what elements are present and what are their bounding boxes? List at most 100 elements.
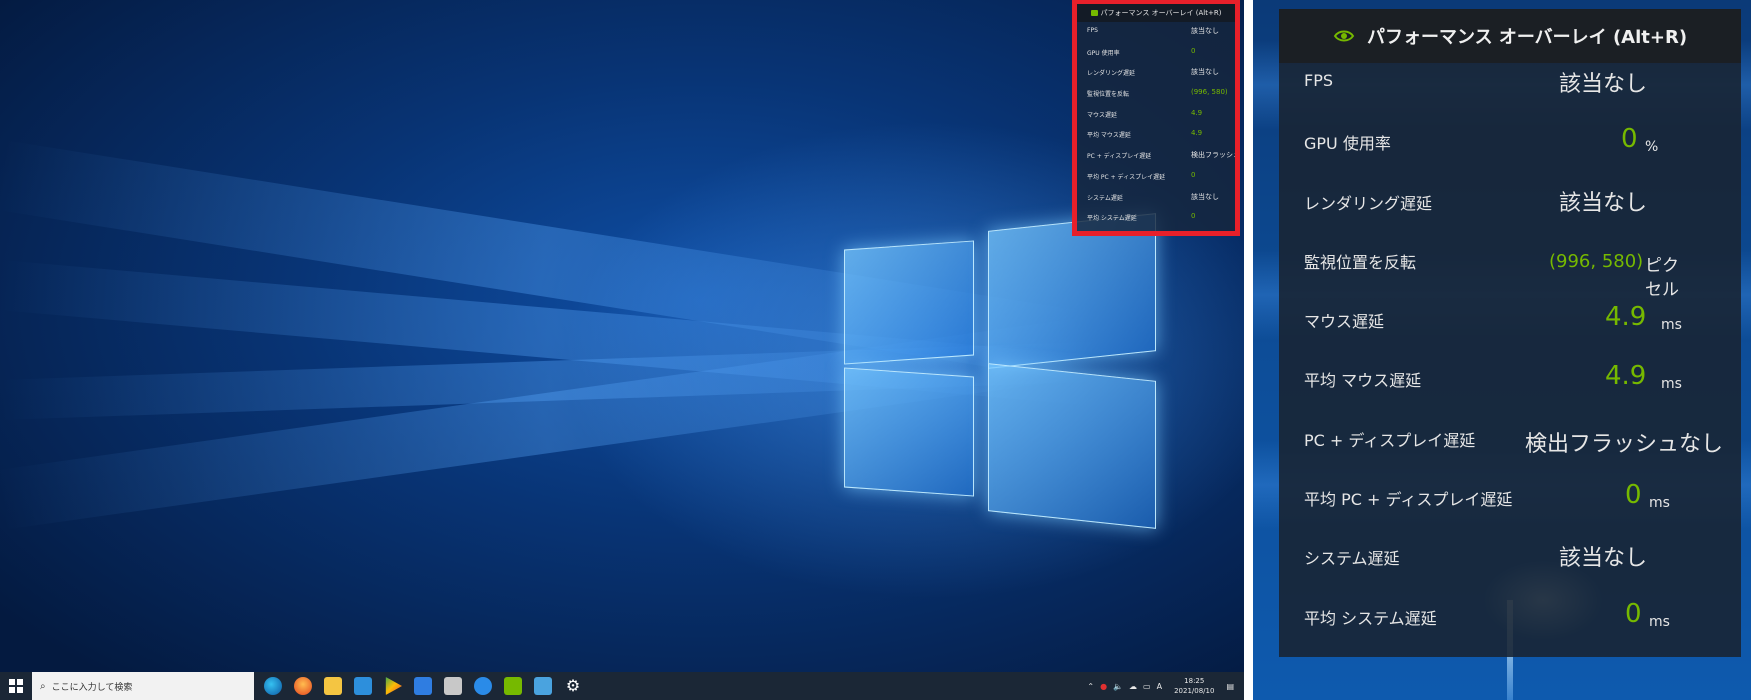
metric-row: FPS 該当なし xyxy=(1279,63,1741,122)
windows-logo-pane xyxy=(844,367,974,497)
metric-label: 平均 マウス遅延 xyxy=(1304,371,1422,391)
metric-unit: % xyxy=(1645,139,1659,156)
metric-label: レンダリング遅延 xyxy=(1304,193,1433,213)
metric-label: GPU 使用率 xyxy=(1304,134,1391,154)
metric-row-small: マウス遅延 4.9 xyxy=(1077,105,1235,126)
metric-label-small: PC + ディスプレイ遅延 xyxy=(1087,153,1152,161)
search-icon: ⌕ xyxy=(40,680,46,692)
security-icon[interactable]: ● xyxy=(1100,682,1107,691)
metric-row: マウス遅延 4.9 ms xyxy=(1279,300,1741,359)
metric-value-small: 検出フラッシュなし xyxy=(1191,151,1240,160)
metric-value-small: (996, 580) xyxy=(1191,88,1228,97)
metric-row: 監視位置を反転 (996, 580) ピク セル xyxy=(1279,241,1741,300)
metric-value-small: 0 xyxy=(1191,170,1196,179)
media-player-icon[interactable] xyxy=(474,677,492,695)
network-icon[interactable]: ▭ xyxy=(1143,682,1151,691)
metric-value: 該当なし xyxy=(1559,72,1648,97)
metric-unit: ms xyxy=(1649,613,1670,630)
metric-row: GPU 使用率 0% xyxy=(1279,122,1741,181)
notification-icon[interactable]: ▤ xyxy=(1226,682,1234,691)
photos-icon[interactable] xyxy=(534,677,552,695)
metric-value-small: 4.9 xyxy=(1191,108,1203,117)
nvidia-icon[interactable] xyxy=(504,677,522,695)
metric-unit: セル xyxy=(1645,279,1679,300)
edge-icon[interactable] xyxy=(264,677,282,695)
metric-value: 0 xyxy=(1625,598,1642,629)
metric-row-small: 平均 システム遅延 0 xyxy=(1077,208,1235,229)
overlay-title: パフォーマンス オーバーレイ (Alt+R) xyxy=(1100,9,1222,17)
metric-value-small: 0 xyxy=(1191,46,1196,55)
overlay-header: パフォーマンス オーバーレイ (Alt+R) xyxy=(1279,9,1741,63)
metric-value: 4.9 xyxy=(1605,302,1647,333)
metric-label-small: システム遅延 xyxy=(1087,194,1123,202)
metric-unit: ms xyxy=(1661,376,1682,393)
metric-label-small: 平均 マウス遅延 xyxy=(1087,132,1131,140)
performance-overlay-small: パフォーマンス オーバーレイ (Alt+R) FPS 該当なし GPU 使用率 0 レン… xyxy=(1072,0,1240,236)
metric-value-small: 0 xyxy=(1191,212,1196,221)
metric-row: 平均 マウス遅延 4.9 ms xyxy=(1279,359,1741,418)
metric-label: システム遅延 xyxy=(1304,549,1400,569)
overlay-header: パフォーマンス オーバーレイ (Alt+R) xyxy=(1077,4,1235,22)
metric-row-small: PC + ディスプレイ遅延検出フラッシュなし xyxy=(1077,146,1235,167)
metric-row-small: システム遅延 該当なし xyxy=(1077,188,1235,209)
taskbar-search[interactable]: ⌕ ここに入力して検索 xyxy=(32,672,254,700)
metric-label-small: 平均 PC + ディスプレイ遅延 xyxy=(1087,173,1166,181)
chevron-up-icon[interactable]: ⌃ xyxy=(1087,682,1094,691)
zoomed-overlay-view: パフォーマンス オーバーレイ (Alt+R) FPS 該当なし GPU 使用率 0% レ… xyxy=(1253,0,1751,700)
metric-label: PC + ディスプレイ遅延 xyxy=(1304,430,1476,450)
metric-label: FPS xyxy=(1304,71,1334,90)
metric-value: 0 xyxy=(1621,124,1638,155)
metric-row: 平均 システム遅延 0 ms xyxy=(1279,597,1741,656)
metric-unit: ピク xyxy=(1645,255,1679,276)
windows-logo-pane xyxy=(988,213,1156,369)
metric-value: 検出フラッシュなし xyxy=(1525,431,1724,457)
metric-value: (996, 580) xyxy=(1549,250,1644,272)
metric-value: 0 xyxy=(1625,480,1642,511)
mail-icon[interactable] xyxy=(354,677,372,695)
metric-row-small: 平均 マウス遅延 4.9 xyxy=(1077,125,1235,146)
metric-label-small: 平均 システム遅延 xyxy=(1087,215,1137,223)
metric-row: 平均 PC + ディスプレイ遅延 0 ms xyxy=(1279,478,1741,537)
metric-value: 4.9 xyxy=(1605,361,1647,392)
metric-unit: ms xyxy=(1649,495,1670,512)
metric-label: 平均 システム遅延 xyxy=(1304,608,1437,628)
desktop-screenshot: パフォーマンス オーバーレイ (Alt+R) FPS 該当なし GPU 使用率 0 レン… xyxy=(0,0,1244,700)
metric-value-small: 該当なし xyxy=(1191,192,1219,201)
scanner-icon[interactable] xyxy=(444,677,462,695)
windows-logo-pane xyxy=(988,363,1156,529)
metric-label: マウス遅延 xyxy=(1304,312,1385,332)
store-icon[interactable] xyxy=(414,677,432,695)
system-tray: ⌃ ● 🔈 ☁ ▭ A 18:25 2021/08/10 ▤ xyxy=(1087,672,1244,700)
file-explorer-icon[interactable] xyxy=(324,677,342,695)
search-placeholder: ここに入力して検索 xyxy=(51,682,133,693)
firefox-icon[interactable] xyxy=(294,677,312,695)
panel-divider xyxy=(1244,0,1253,700)
desktop-wallpaper xyxy=(0,0,1244,672)
cloud-icon[interactable]: ☁ xyxy=(1129,682,1137,691)
play-store-icon[interactable] xyxy=(385,677,402,695)
volume-icon[interactable]: 🔈 xyxy=(1113,682,1123,691)
overlay-title: パフォーマンス オーバーレイ (Alt+R) xyxy=(1366,27,1688,48)
performance-overlay: パフォーマンス オーバーレイ (Alt+R) FPS 該当なし GPU 使用率 0% レ… xyxy=(1279,9,1741,657)
metric-row-small: GPU 使用率 0 xyxy=(1077,43,1235,64)
settings-gear-icon[interactable]: ⚙ xyxy=(564,677,582,695)
nvidia-logo-icon xyxy=(1090,10,1098,16)
ime-indicator[interactable]: A xyxy=(1157,682,1162,691)
metric-row-small: FPS 該当なし xyxy=(1077,22,1235,43)
metric-value-small: 4.9 xyxy=(1191,129,1203,138)
metric-label-small: FPS xyxy=(1087,27,1098,34)
clock-date: 2021/08/10 xyxy=(1174,687,1215,695)
metric-label-small: 監視位置を反転 xyxy=(1087,91,1130,99)
clock[interactable]: 18:25 2021/08/10 xyxy=(1174,676,1214,696)
metric-row-small: レンダリング遅延 該当なし xyxy=(1077,63,1235,84)
windows-start-icon xyxy=(9,679,23,693)
metric-value-small: 該当なし xyxy=(1191,27,1219,35)
windows-logo-pane xyxy=(844,240,974,365)
metric-row: システム遅延 該当なし xyxy=(1279,537,1741,596)
metric-row-small: 平均 PC + ディスプレイ遅延 0 xyxy=(1077,167,1235,188)
metric-label-small: GPU 使用率 xyxy=(1087,49,1120,57)
metric-row-small: 監視位置を反転 (996, 580) xyxy=(1077,84,1235,105)
metric-value-small: 該当なし xyxy=(1191,68,1219,77)
metric-value: 該当なし xyxy=(1559,546,1648,572)
start-button[interactable] xyxy=(0,672,32,700)
